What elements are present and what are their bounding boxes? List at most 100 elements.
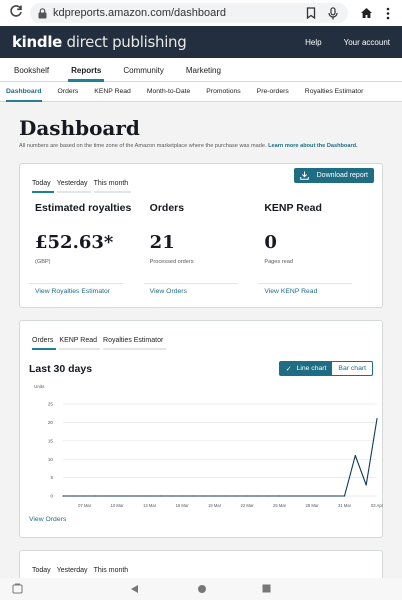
url-text[interactable]: kdpreports.amazon.com/dashboard	[53, 7, 296, 19]
subtab-pre-orders[interactable]: Pre-orders	[249, 82, 297, 102]
tab-yesterday[interactable]: Yesterday	[54, 180, 91, 193]
main-nav: Bookshelf Reports Community Marketing	[0, 58, 402, 82]
metric-sub: Pages read	[264, 259, 293, 265]
orders-data-point	[105, 495, 107, 497]
reports-sub-nav: Dashboard Orders KENP Read Month-to-Date…	[0, 82, 402, 102]
orders-data-point	[289, 495, 291, 497]
y-tick-label: 5	[50, 475, 53, 480]
summary-card: Today Yesterday This month Download repo…	[19, 163, 383, 308]
orders-data-point	[213, 495, 216, 497]
tab-today[interactable]: Today	[29, 180, 54, 193]
lock-icon	[38, 7, 47, 19]
orders-data-point	[365, 484, 367, 486]
subtab-dashboard[interactable]: Dashboard	[6, 82, 50, 102]
tab-this-month[interactable]: This month	[91, 180, 132, 193]
orders-data-point	[257, 495, 259, 497]
x-tick-label: 16 Mar	[176, 503, 190, 508]
bar-chart-option[interactable]: Bar chart	[332, 362, 372, 375]
x-tick-label: 10 Mar	[111, 503, 125, 508]
subtab-promotions[interactable]: Promotions	[198, 82, 248, 102]
reload-icon[interactable]	[6, 4, 26, 22]
metric-value: 0	[264, 232, 277, 253]
line-chart-label: Line chart	[296, 365, 327, 372]
mic-icon[interactable]	[326, 6, 340, 20]
x-tick-label: 13 Mar	[143, 503, 157, 508]
metric-value: 21	[149, 232, 175, 253]
view-orders-link[interactable]: View Orders	[29, 516, 373, 535]
orders-data-point	[84, 495, 86, 497]
browser-toolbar: kdpreports.amazon.com/dashboard	[0, 0, 402, 26]
orders-data-point	[376, 418, 378, 420]
orders-data-point	[333, 495, 335, 497]
metric-title: Orders	[149, 202, 185, 214]
address-bar[interactable]: kdpreports.amazon.com/dashboard	[30, 3, 348, 23]
help-link[interactable]: Help	[305, 38, 321, 47]
tab-marketing[interactable]: Marketing	[175, 66, 232, 81]
subtab-month-to-date[interactable]: Month-to-Date	[139, 82, 198, 102]
orders-line-chart: Units 0 5 10 15 20 25 07 Mar 10 Mar 13 Mar 16 Mar 1…	[34, 384, 384, 508]
orders-data-point	[235, 495, 237, 497]
x-tick-label: 28 Mar	[306, 503, 320, 508]
x-tick-label: 19 Mar	[208, 503, 222, 508]
orders-series-line	[63, 418, 378, 497]
metric-sub: (GBP)	[35, 259, 51, 265]
chart-tab-kenp-read[interactable]: KENP Read	[56, 337, 100, 350]
tab-community[interactable]: Community	[112, 66, 174, 81]
orders-data-point	[159, 495, 162, 497]
more-icon[interactable]	[380, 5, 396, 21]
tab-bookshelf[interactable]: Bookshelf	[12, 66, 60, 81]
tab-reports[interactable]: Reports	[60, 66, 112, 82]
orders-data-point	[354, 454, 356, 457]
tab-this-month[interactable]: This month	[91, 567, 132, 580]
download-report-button[interactable]: Download report	[293, 168, 374, 183]
y-tick-label: 10	[48, 457, 54, 462]
metric-orders: Orders 21 Processed orders View Orders	[143, 202, 259, 295]
chart-tab-orders[interactable]: Orders	[29, 337, 57, 350]
chart-title: Last 30 days	[29, 362, 93, 375]
orders-data-point	[94, 495, 97, 497]
line-chart-option[interactable]: ✓ Line chart	[279, 362, 333, 375]
orders-data-point	[224, 495, 227, 497]
x-tick-label: 25 Mar	[273, 503, 287, 508]
orders-data-point	[343, 495, 346, 497]
home-icon[interactable]	[358, 5, 374, 21]
bookmark-icon[interactable]	[304, 6, 318, 20]
orders-data-point	[73, 495, 75, 497]
download-report-label: Download report	[316, 172, 368, 179]
orders-data-point	[138, 495, 140, 497]
download-icon	[299, 171, 309, 180]
orders-data-point	[268, 495, 270, 497]
back-icon[interactable]	[130, 584, 139, 596]
view-kenp-read-link[interactable]: View KENP Read	[258, 283, 353, 295]
learn-more-link[interactable]: Learn more about the Dashboard.	[268, 143, 358, 149]
view-royalties-estimator-link[interactable]: View Royalties Estimator	[29, 283, 123, 295]
tab-today[interactable]: Today	[29, 567, 54, 580]
metrics-row: Estimated royalties £52.63* (GBP) View R…	[29, 202, 373, 295]
chart-tab-royalties-estimator[interactable]: Royalties Estimator	[100, 337, 167, 350]
account-link[interactable]: Your account	[344, 38, 390, 47]
subtab-orders[interactable]: Orders	[50, 82, 87, 102]
orders-data-point	[278, 495, 281, 497]
home-button-icon[interactable]	[197, 584, 207, 596]
metric-sub: Processed orders	[149, 259, 194, 265]
y-tick-label: 20	[48, 420, 54, 425]
kdp-logo[interactable]: kindle direct publishing	[12, 33, 187, 51]
orders-data-point	[170, 495, 172, 497]
x-tick-label: 22 Mar	[241, 503, 255, 508]
orders-data-point	[246, 495, 248, 497]
tab-yesterday[interactable]: Yesterday	[54, 567, 91, 580]
app-icon[interactable]	[12, 583, 23, 596]
subtab-kenp-read[interactable]: KENP Read	[86, 82, 139, 102]
orders-data-point	[62, 495, 64, 497]
orders-data-point	[300, 495, 302, 497]
y-axis-units-label: Units	[34, 384, 45, 389]
page-title: Dashboard	[19, 116, 140, 140]
y-tick-label: 15	[48, 438, 54, 443]
metric-royalties: Estimated royalties £52.63* (GBP) View R…	[29, 202, 144, 295]
view-orders-link[interactable]: View Orders	[143, 283, 238, 295]
chart-header: Last 30 days ✓ Line chart Bar chart	[29, 361, 373, 376]
y-tick-label: 0	[50, 494, 53, 499]
subtab-royalties-estimator[interactable]: Royalties Estimator	[297, 82, 372, 102]
orders-data-point	[149, 495, 151, 497]
recents-icon[interactable]	[262, 584, 271, 595]
